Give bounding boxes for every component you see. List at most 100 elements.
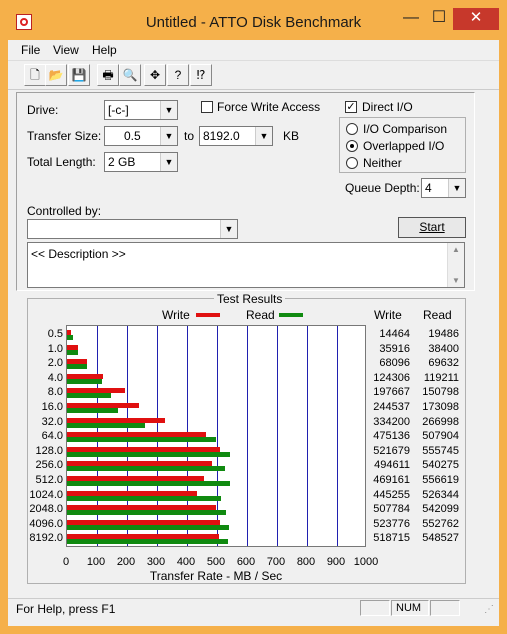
write-value: 197667	[373, 386, 410, 399]
chevron-down-icon[interactable]: ▼	[220, 220, 237, 238]
read-bar	[67, 510, 226, 516]
new-file-icon: 🗋	[30, 68, 40, 82]
write-value: 334200	[373, 415, 410, 428]
neither-label: Neither	[363, 156, 402, 170]
neither-radio[interactable]	[346, 157, 358, 169]
help-button[interactable]: ?	[167, 64, 189, 86]
menu-view[interactable]: View	[53, 43, 79, 57]
save-disk-button[interactable]: 💾	[68, 64, 90, 86]
x-tick-label: 800	[296, 556, 316, 568]
force-write-label: Force Write Access	[217, 100, 321, 114]
read-value: 556619	[422, 474, 459, 486]
write-value: 494611	[374, 459, 410, 472]
total-length-select[interactable]: 2 GB ▼	[104, 152, 178, 172]
write-value: 523776	[373, 517, 410, 530]
move-button[interactable]: ✥	[144, 64, 166, 86]
y-tick-label: 1.0	[47, 342, 63, 355]
y-tick-label: 0.5	[47, 328, 63, 340]
read-bar	[67, 451, 230, 457]
close-button[interactable]: ✕	[453, 8, 499, 30]
test-results-title: Test Results	[214, 292, 286, 306]
transfer-from-select[interactable]: 0.5 ▼	[104, 126, 178, 146]
description-scrollbar[interactable]: ▲ ▼	[447, 243, 464, 287]
y-tick-label: 32.0	[41, 415, 63, 428]
print-preview-button[interactable]: 🔍	[119, 64, 141, 86]
direct-io-label: Direct I/O	[362, 100, 413, 114]
x-tick-label: 400	[176, 556, 196, 568]
read-value: 69632	[428, 357, 459, 370]
read-value: 266998	[422, 415, 459, 428]
read-value: 555745	[422, 444, 459, 457]
open-folder-button[interactable]: 📂	[45, 64, 67, 86]
io-comparison-radio[interactable]	[346, 123, 358, 135]
x-tick-label: 100	[86, 556, 106, 568]
write-value: 521679	[373, 444, 410, 457]
read-value: 542099	[422, 503, 459, 516]
grid-line	[337, 326, 338, 546]
read-value: 173098	[422, 401, 459, 413]
status-num-panel: NUM	[391, 600, 429, 616]
scroll-up-icon[interactable]: ▲	[452, 245, 460, 254]
save-disk-icon: 💾	[71, 68, 87, 82]
new-file-button[interactable]: 🗋	[24, 64, 46, 86]
print-icon: 🖶	[102, 68, 114, 82]
read-bar	[67, 349, 79, 355]
resize-grip-icon[interactable]: ⋰	[484, 604, 494, 615]
y-tick-label: 64.0	[41, 430, 63, 443]
overlapped-io-radio[interactable]	[346, 140, 358, 152]
write-value: 518715	[373, 532, 410, 545]
chevron-down-icon[interactable]: ▼	[160, 153, 177, 171]
start-label: Start	[419, 220, 445, 234]
x-tick-label: 500	[206, 556, 226, 568]
transfer-from-value: 0.5	[124, 129, 141, 143]
transfer-size-label: Transfer Size:	[27, 129, 102, 143]
read-bar	[67, 393, 112, 399]
description-box[interactable]: << Description >> ▲ ▼	[27, 242, 465, 288]
legend-read-swatch	[279, 313, 303, 317]
print-preview-icon: 🔍	[122, 68, 138, 82]
chevron-down-icon[interactable]: ▼	[255, 127, 272, 145]
help-icon: ?	[174, 68, 182, 82]
read-bar	[67, 466, 226, 472]
direct-io-checkbox[interactable]: ✓	[345, 101, 357, 113]
drive-select[interactable]: [-c-] ▼	[104, 100, 178, 120]
x-tick-label: 300	[146, 556, 166, 568]
y-tick-label: 2.0	[47, 357, 63, 370]
scroll-down-icon[interactable]: ▼	[452, 276, 460, 285]
chevron-down-icon[interactable]: ▼	[160, 127, 177, 145]
queue-depth-select[interactable]: 4 ▼	[421, 178, 466, 198]
chevron-down-icon[interactable]: ▼	[448, 179, 465, 197]
force-write-checkbox[interactable]	[201, 101, 213, 113]
minimize-button[interactable]: —	[397, 8, 425, 30]
menu-file[interactable]: File	[21, 43, 40, 57]
y-tick-label: 2048.0	[29, 503, 63, 516]
legend-write-label: Write	[162, 308, 190, 322]
maximize-button[interactable]: ☐	[425, 8, 453, 30]
read-bar	[67, 437, 216, 443]
kb-label: KB	[283, 129, 300, 143]
legend-write-swatch	[196, 313, 220, 317]
transfer-to-select[interactable]: 8192.0 ▼	[199, 126, 273, 146]
status-scrl-panel	[430, 600, 460, 616]
y-tick-label: 8.0	[47, 386, 63, 399]
x-tick-label: 1000	[353, 556, 379, 568]
write-column-header: Write	[374, 308, 402, 322]
context-help-button[interactable]: ⁉	[190, 64, 212, 86]
read-value: 540275	[422, 459, 459, 472]
controlled-by-select[interactable]: ▼	[27, 219, 238, 239]
print-button[interactable]: 🖶	[97, 64, 119, 86]
x-tick-label: 600	[236, 556, 256, 568]
read-bar	[67, 524, 229, 530]
start-button[interactable]: Start	[398, 217, 466, 238]
move-icon: ✥	[149, 68, 161, 82]
controlled-by-label: Controlled by:	[27, 204, 102, 218]
read-value: 526344	[422, 488, 459, 501]
write-value: 469161	[373, 474, 410, 486]
y-tick-label: 4.0	[47, 371, 63, 384]
chevron-down-icon[interactable]: ▼	[160, 101, 177, 119]
x-tick-label: 0	[62, 556, 70, 568]
x-tick-label: 200	[116, 556, 136, 568]
open-folder-icon: 📂	[48, 68, 64, 82]
menu-help[interactable]: Help	[92, 43, 117, 57]
total-length-label: Total Length:	[27, 155, 96, 169]
